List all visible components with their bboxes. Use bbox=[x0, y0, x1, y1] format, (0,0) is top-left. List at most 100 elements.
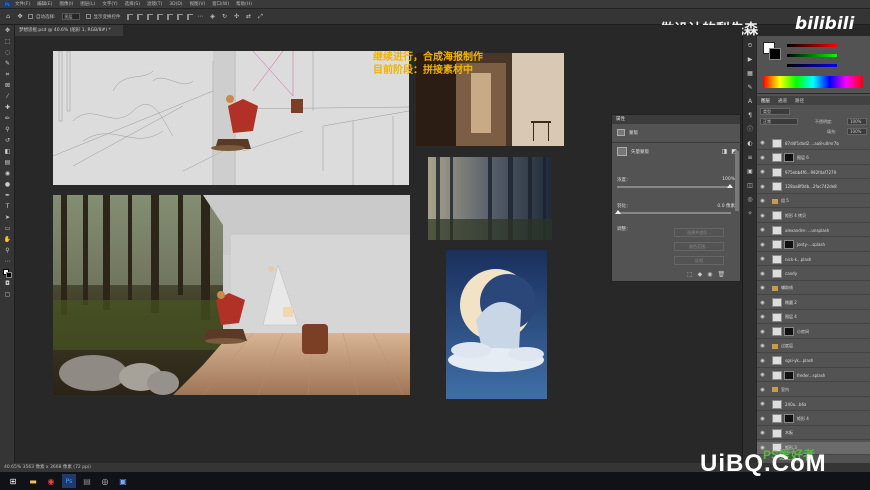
move-tool-icon[interactable]: ✥ bbox=[16, 13, 24, 21]
layer-group-row[interactable]: ◉ 室内 bbox=[757, 384, 870, 397]
zoom-tool-icon[interactable]: ⚲ bbox=[3, 246, 12, 255]
character-icon[interactable]: A bbox=[746, 98, 754, 106]
eye-icon[interactable]: ◉ bbox=[759, 372, 766, 378]
layer-row[interactable]: ◉ 128aa8f0db...2fac742de8 bbox=[757, 181, 870, 194]
visibility-icon[interactable]: ◉ bbox=[707, 271, 712, 278]
actions-icon[interactable]: ▶ bbox=[746, 56, 754, 64]
layer-mask-thumbnail[interactable] bbox=[784, 414, 794, 423]
blend-mode-dropdown[interactable]: 正常 bbox=[760, 118, 798, 125]
menu-file[interactable]: 文件(F) bbox=[15, 1, 30, 7]
channels-icon[interactable]: ◎ bbox=[746, 196, 754, 204]
auto-select-checkbox[interactable] bbox=[28, 14, 33, 19]
eye-icon[interactable]: ◉ bbox=[759, 213, 766, 219]
history-brush-icon[interactable]: ↺ bbox=[3, 136, 12, 145]
layer-row[interactable]: ◉ freder...splash bbox=[757, 369, 870, 382]
lasso-tool-icon[interactable]: ◌ bbox=[3, 48, 12, 57]
eyedropper-tool-icon[interactable]: ⁄ bbox=[3, 92, 12, 101]
marquee-tool-icon[interactable]: ⬚ bbox=[3, 37, 12, 46]
green-slider[interactable] bbox=[787, 54, 837, 57]
layer-group-row[interactable]: ◉ 组 5 bbox=[757, 195, 870, 208]
eye-icon[interactable]: ◉ bbox=[759, 285, 766, 291]
swatches-icon[interactable]: ▦ bbox=[746, 70, 754, 78]
adjustments-icon[interactable]: ◐ bbox=[746, 140, 754, 148]
align-top-icon[interactable] bbox=[156, 13, 163, 20]
vector-mask-icon[interactable] bbox=[617, 147, 627, 156]
density-slider-handle[interactable] bbox=[727, 184, 733, 188]
more-icon[interactable]: ⋯ bbox=[197, 13, 205, 21]
layer-row[interactable]: ◉ 图层 4 bbox=[757, 311, 870, 324]
eye-icon[interactable]: ◉ bbox=[759, 155, 766, 161]
menu-layer[interactable]: 图层(L) bbox=[80, 1, 95, 7]
layer-group-row[interactable]: ◉ 辅助线 bbox=[757, 282, 870, 295]
show-transform-checkbox[interactable] bbox=[85, 14, 91, 19]
eye-icon[interactable]: ◉ bbox=[759, 358, 766, 364]
file-explorer-icon[interactable]: ▬ bbox=[26, 474, 40, 488]
menu-view[interactable]: 视图(V) bbox=[190, 1, 206, 7]
home-icon[interactable]: ⌂ bbox=[4, 13, 12, 21]
delete-icon[interactable]: 🗑 bbox=[718, 271, 726, 278]
layer-mask-thumbnail[interactable] bbox=[784, 327, 794, 336]
tab-paths[interactable]: 路径 bbox=[795, 98, 804, 104]
tab-layers[interactable]: 图层 bbox=[761, 98, 770, 104]
windows-start-icon[interactable]: ⊞ bbox=[4, 474, 22, 488]
align-center-icon[interactable] bbox=[136, 13, 143, 20]
layer-row[interactable]: ◉ nick-k...plash bbox=[757, 253, 870, 266]
stamp-tool-icon[interactable]: ⚲ bbox=[3, 125, 12, 134]
density-slider[interactable] bbox=[617, 184, 733, 188]
libraries-icon[interactable]: ▣ bbox=[746, 168, 754, 176]
layer-group-row[interactable]: ◉ 过度层 bbox=[757, 340, 870, 353]
feather-value[interactable]: 0.0 像素 bbox=[717, 203, 735, 209]
healing-tool-icon[interactable]: ✚ bbox=[3, 103, 12, 112]
opacity-field[interactable]: 100% bbox=[847, 118, 867, 125]
eye-icon[interactable]: ◉ bbox=[759, 300, 766, 306]
layer-row[interactable]: ◉ 975ebb4f6...992f4af7279 bbox=[757, 166, 870, 179]
density-value[interactable]: 100% bbox=[722, 177, 735, 182]
layer-mask-thumbnail[interactable] bbox=[784, 153, 794, 162]
hand-tool-icon[interactable]: ✋ bbox=[3, 235, 12, 244]
menu-type[interactable]: 文字(Y) bbox=[102, 1, 117, 7]
load-selection-icon[interactable]: ⬚ bbox=[687, 271, 693, 278]
auto-select-dropdown[interactable]: 图层 bbox=[61, 13, 80, 20]
3d-scale-icon[interactable]: ⤢ bbox=[257, 13, 265, 21]
eye-icon[interactable]: ◉ bbox=[759, 401, 766, 407]
menu-3d[interactable]: 3D(D) bbox=[169, 2, 182, 7]
paths-icon[interactable]: ✧ bbox=[746, 210, 754, 218]
gradient-tool-icon[interactable]: ▤ bbox=[3, 158, 12, 167]
eye-icon[interactable]: ◉ bbox=[759, 256, 766, 262]
color-swatch-icon[interactable] bbox=[3, 268, 12, 278]
photoshop-taskbar-icon[interactable]: Ps bbox=[62, 474, 76, 488]
eye-icon[interactable]: ◉ bbox=[759, 198, 766, 204]
layer-row[interactable]: ◉ 240a...b6a bbox=[757, 398, 870, 411]
invert-button[interactable]: 反相 bbox=[674, 256, 724, 265]
properties-icon[interactable]: ≡ bbox=[746, 154, 754, 162]
history-icon[interactable]: ⏲ bbox=[746, 42, 754, 50]
dodge-tool-icon[interactable]: ● bbox=[3, 180, 12, 189]
eye-icon[interactable]: ◉ bbox=[759, 416, 766, 422]
feather-slider[interactable] bbox=[615, 210, 731, 214]
layer-row[interactable]: ◉ alexandre-....unsplash bbox=[757, 224, 870, 237]
feather-slider-handle[interactable] bbox=[615, 210, 621, 214]
layer-filter-dropdown[interactable]: 类型 bbox=[760, 108, 790, 115]
menu-edit[interactable]: 编辑(E) bbox=[37, 1, 52, 7]
3d-slide-icon[interactable]: ⇄ bbox=[245, 13, 253, 21]
app-icon-2[interactable]: ◎ bbox=[98, 474, 112, 488]
properties-tab[interactable]: 蒙版 bbox=[629, 130, 638, 136]
menu-window[interactable]: 窗口(W) bbox=[212, 1, 229, 7]
eye-icon[interactable]: ◉ bbox=[759, 184, 766, 190]
blue-slider[interactable] bbox=[787, 64, 837, 67]
eraser-tool-icon[interactable]: ◧ bbox=[3, 147, 12, 156]
layer-row[interactable]: ◉ sgsi-yk...plash bbox=[757, 355, 870, 368]
eye-icon[interactable]: ◉ bbox=[759, 242, 766, 248]
distribute-icon[interactable] bbox=[186, 13, 193, 20]
screen-mode-icon[interactable]: ▢ bbox=[3, 290, 12, 299]
app-icon-1[interactable]: ▤ bbox=[80, 474, 94, 488]
eye-icon[interactable]: ◉ bbox=[759, 271, 766, 277]
more-tools-icon[interactable]: ⋯ bbox=[3, 257, 12, 266]
layer-row[interactable]: ◉ 小房间 bbox=[757, 326, 870, 339]
apply-mask-icon[interactable]: ◆ bbox=[698, 271, 703, 278]
menu-image[interactable]: 图像(I) bbox=[59, 1, 73, 7]
blur-tool-icon[interactable]: ◉ bbox=[3, 169, 12, 178]
menu-filter[interactable]: 滤镜(T) bbox=[147, 1, 162, 7]
type-tool-icon[interactable]: T bbox=[3, 202, 12, 211]
eye-icon[interactable]: ◉ bbox=[759, 329, 766, 335]
